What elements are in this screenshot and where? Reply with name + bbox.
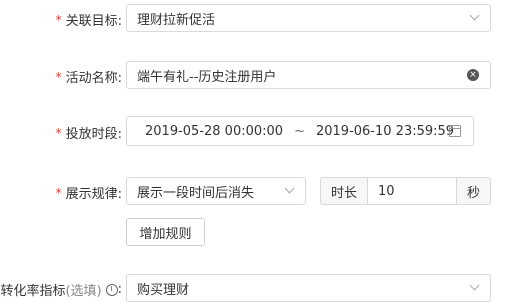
- duration-input[interactable]: 10: [367, 177, 457, 205]
- chevron-down-icon: [469, 10, 480, 21]
- display-rule-label: * 展示规律:: [55, 183, 122, 203]
- conversion-metric-label-text: 转化率指标: [0, 284, 66, 299]
- schedule-separator: ~: [294, 123, 305, 139]
- conversion-metric-row: 转化率指标 (选填) i : 购买理财: [0, 274, 512, 302]
- conversion-metric-colon: :: [117, 282, 122, 297]
- display-rule-row: * 展示规律: 展示一段时间后消失 时长 10 秒: [0, 177, 512, 205]
- optional-tag: (选填): [65, 284, 102, 299]
- conversion-metric-value: 购买理财: [137, 282, 190, 298]
- schedule-start[interactable]: 2019-05-28 00:00:00: [145, 124, 283, 139]
- required-mark: *: [55, 125, 62, 140]
- schedule-end[interactable]: 2019-06-10 23:59:59: [316, 124, 454, 139]
- related-goal-label: * 关联目标:: [55, 10, 122, 30]
- display-rule-select[interactable]: 展示一段时间后消失: [126, 177, 306, 205]
- related-goal-label-text: 关联目标:: [65, 14, 122, 29]
- related-goal-select[interactable]: 理财拉新促活: [126, 4, 491, 32]
- required-mark: *: [55, 12, 62, 27]
- required-mark: *: [55, 185, 62, 200]
- activity-name-input[interactable]: 端午有礼--历史注册用户 ×: [126, 61, 491, 89]
- conversion-metric-select[interactable]: 购买理财: [126, 274, 491, 302]
- schedule-label-text: 投放时段:: [65, 127, 122, 142]
- duration-value: 10: [378, 183, 395, 199]
- display-rule-value: 展示一段时间后消失: [137, 185, 255, 201]
- calendar-icon[interactable]: [449, 125, 461, 137]
- schedule-row: * 投放时段: 2019-05-28 00:00:00 ~ 2019-06-10…: [0, 116, 512, 146]
- info-icon[interactable]: i: [105, 283, 118, 296]
- chevron-down-icon: [469, 280, 480, 291]
- related-goal-row: * 关联目标: 理财拉新促活: [0, 4, 512, 32]
- add-rule-button[interactable]: 增加规则: [126, 218, 205, 246]
- schedule-label: * 投放时段:: [55, 123, 122, 143]
- schedule-date-range-picker[interactable]: 2019-05-28 00:00:00 ~ 2019-06-10 23:59:5…: [126, 116, 474, 146]
- chevron-down-icon: [284, 183, 295, 194]
- duration-unit: 秒: [456, 177, 491, 205]
- activity-name-row: * 活动名称: 端午有礼--历史注册用户 ×: [0, 61, 512, 89]
- activity-name-value: 端午有礼--历史注册用户: [137, 69, 277, 85]
- clear-icon[interactable]: ×: [467, 69, 479, 81]
- duration-prefix: 时长: [320, 177, 368, 205]
- related-goal-value: 理财拉新促活: [137, 12, 216, 28]
- display-rule-label-text: 展示规律:: [65, 187, 122, 202]
- activity-name-label-text: 活动名称:: [65, 71, 122, 86]
- conversion-metric-label: 转化率指标 (选填) i :: [0, 280, 122, 299]
- required-mark: *: [55, 69, 62, 84]
- activity-name-label: * 活动名称:: [55, 67, 122, 87]
